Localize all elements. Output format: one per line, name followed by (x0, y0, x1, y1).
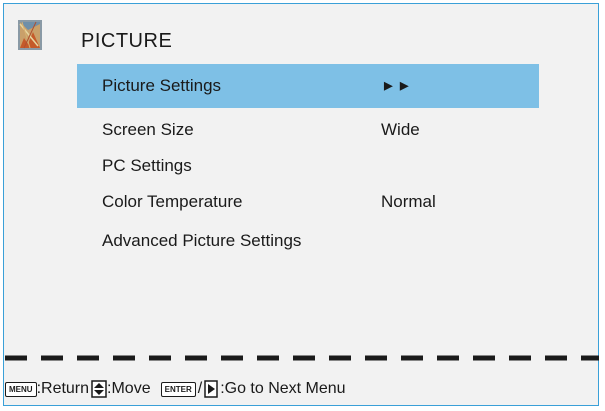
menu-item-value: Wide (381, 120, 420, 139)
menu-item-color-temperature[interactable]: Color Temperature Normal (77, 180, 539, 224)
key-separator: / (197, 380, 203, 397)
up-down-arrow-icon (91, 380, 107, 398)
menu-key-icon: MENU (5, 381, 37, 397)
separator-dashed-line (5, 355, 599, 361)
menu-item-advanced-picture-settings[interactable]: Advanced Picture Settings (77, 219, 539, 263)
menu-item-label: PC Settings (102, 156, 192, 175)
page-title: PICTURE (81, 30, 173, 52)
menu-item-label: Advanced Picture Settings (102, 231, 302, 250)
menu-item-label: Color Temperature (102, 192, 243, 211)
menu-header (18, 20, 42, 50)
next-menu-hint: :Go to Next Menu (220, 380, 346, 397)
picture-menu-icon (18, 20, 42, 50)
menu-item-value: Normal (381, 192, 436, 211)
return-hint: :Return (36, 380, 90, 397)
submenu-arrows-icon: ►► (381, 77, 413, 95)
footer-help-bar: MENU :Return :Move ENTER / :Go to Next M… (5, 378, 346, 400)
menu-item-label: Picture Settings (102, 76, 222, 95)
menu-item-label: Screen Size (102, 120, 194, 139)
menu-item-picture-settings[interactable]: Picture Settings ►► (77, 64, 539, 108)
right-arrow-key-icon (204, 380, 218, 398)
move-hint: :Move (107, 380, 151, 397)
enter-key-icon: ENTER (160, 381, 196, 397)
